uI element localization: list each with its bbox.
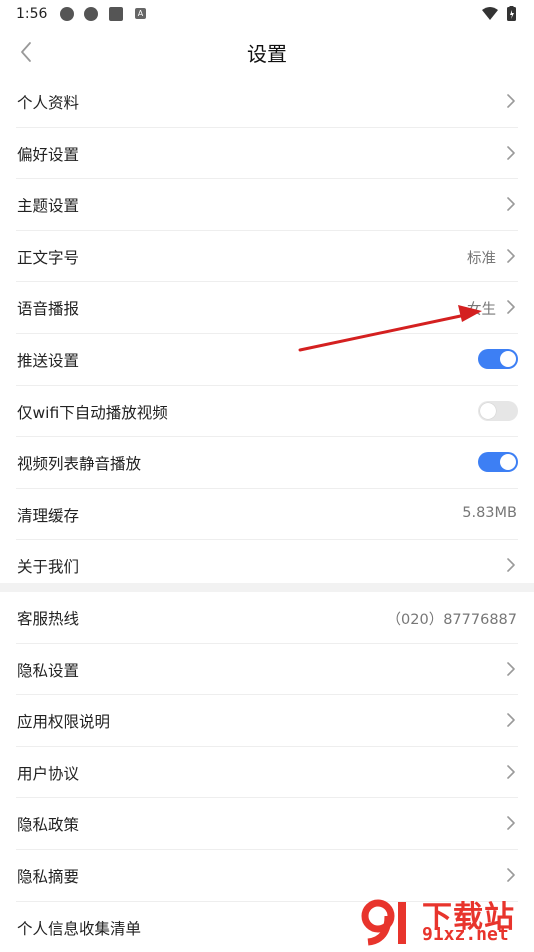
wifi-battery-icon	[482, 6, 516, 21]
settings-row[interactable]: 应用权限说明	[16, 695, 518, 747]
settings-row-label: 隐私摘要	[17, 867, 80, 886]
settings-row-label: 关于我们	[17, 558, 80, 577]
chevron-right-icon	[507, 868, 515, 882]
chevron-right-icon	[507, 713, 515, 727]
chevron-right-icon	[507, 764, 515, 779]
nav-bar: 设置	[0, 30, 534, 74]
notification-icon	[109, 7, 123, 21]
toggle-switch[interactable]	[478, 452, 518, 473]
settings-row[interactable]: 客服热线 （020）87776887	[16, 592, 518, 644]
settings-row[interactable]: 语音播报 女生	[16, 282, 518, 334]
settings-row-label: 正文字号	[17, 248, 80, 267]
settings-row-value: 5.83MB	[462, 504, 517, 521]
chevron-right-icon	[507, 558, 515, 573]
watermark-url: 91xz.net	[422, 924, 509, 945]
settings-row-label: 隐私设置	[17, 661, 80, 680]
settings-row-label: 清理缓存	[17, 506, 80, 525]
toggle-knob	[500, 350, 516, 367]
toggle-switch[interactable]	[478, 400, 518, 421]
page-title: 设置	[247, 42, 287, 66]
settings-list-main: 个人资料偏好设置主题设置正文字号 标准语音播报 女生推送设置仅wifi下自动播放视频…	[0, 76, 534, 591]
status-time: 1:56	[16, 6, 48, 22]
settings-row-label: 视频列表静音播放	[17, 455, 142, 474]
settings-row[interactable]: 个人资料	[16, 76, 518, 128]
toggle-knob	[500, 454, 516, 471]
settings-row-label: 应用权限说明	[17, 713, 111, 732]
settings-row[interactable]: 清理缓存 5.83MB	[16, 489, 518, 541]
chevron-right-icon	[507, 816, 515, 831]
settings-row-label: 仅wifi下自动播放视频	[17, 403, 168, 422]
settings-row[interactable]: 视频列表静音播放	[16, 437, 518, 489]
settings-row-value: （020）87776887	[386, 612, 517, 628]
status-bar: 1:56 A	[0, 0, 534, 30]
settings-row[interactable]: 正文字号 标准	[16, 231, 518, 283]
settings-row-label: 隐私政策	[17, 816, 80, 835]
chevron-right-icon	[507, 145, 515, 160]
settings-row-value: 标准	[467, 250, 496, 267]
chevron-right-icon	[507, 197, 515, 211]
settings-row[interactable]: 推送设置	[16, 334, 518, 386]
settings-row[interactable]: 用户协议	[16, 747, 518, 799]
settings-row-label: 个人信息收集清单	[17, 919, 142, 938]
watermark-logo-icon	[361, 899, 406, 946]
settings-row-label: 偏好设置	[17, 145, 80, 164]
toggle-knob	[480, 402, 496, 419]
settings-row-label: 个人资料	[17, 94, 80, 112]
settings-row-label: 语音播报	[17, 300, 80, 319]
settings-row[interactable]: 主题设置	[16, 179, 518, 231]
settings-row[interactable]: 仅wifi下自动播放视频	[16, 386, 518, 438]
section-divider	[0, 583, 534, 592]
chevron-right-icon	[507, 94, 515, 108]
chevron-right-icon	[507, 300, 515, 315]
settings-row[interactable]: 隐私政策	[16, 798, 518, 850]
notification-icon	[60, 7, 74, 21]
notification-icon	[84, 7, 98, 21]
settings-row-label: 客服热线	[17, 610, 80, 628]
settings-row-label: 推送设置	[17, 351, 80, 370]
toggle-switch[interactable]	[478, 348, 518, 369]
settings-row[interactable]: 隐私设置	[16, 644, 518, 696]
watermark: 下载站 91xz.net	[358, 890, 534, 950]
settings-row-label: 主题设置	[17, 197, 80, 216]
settings-row-label: 用户协议	[17, 764, 80, 783]
settings-row[interactable]: 偏好设置	[16, 128, 518, 180]
settings-row-value: 女生	[467, 302, 496, 319]
app-notification-icon: A	[135, 8, 146, 19]
chevron-right-icon	[507, 248, 515, 263]
chevron-right-icon	[507, 661, 515, 676]
